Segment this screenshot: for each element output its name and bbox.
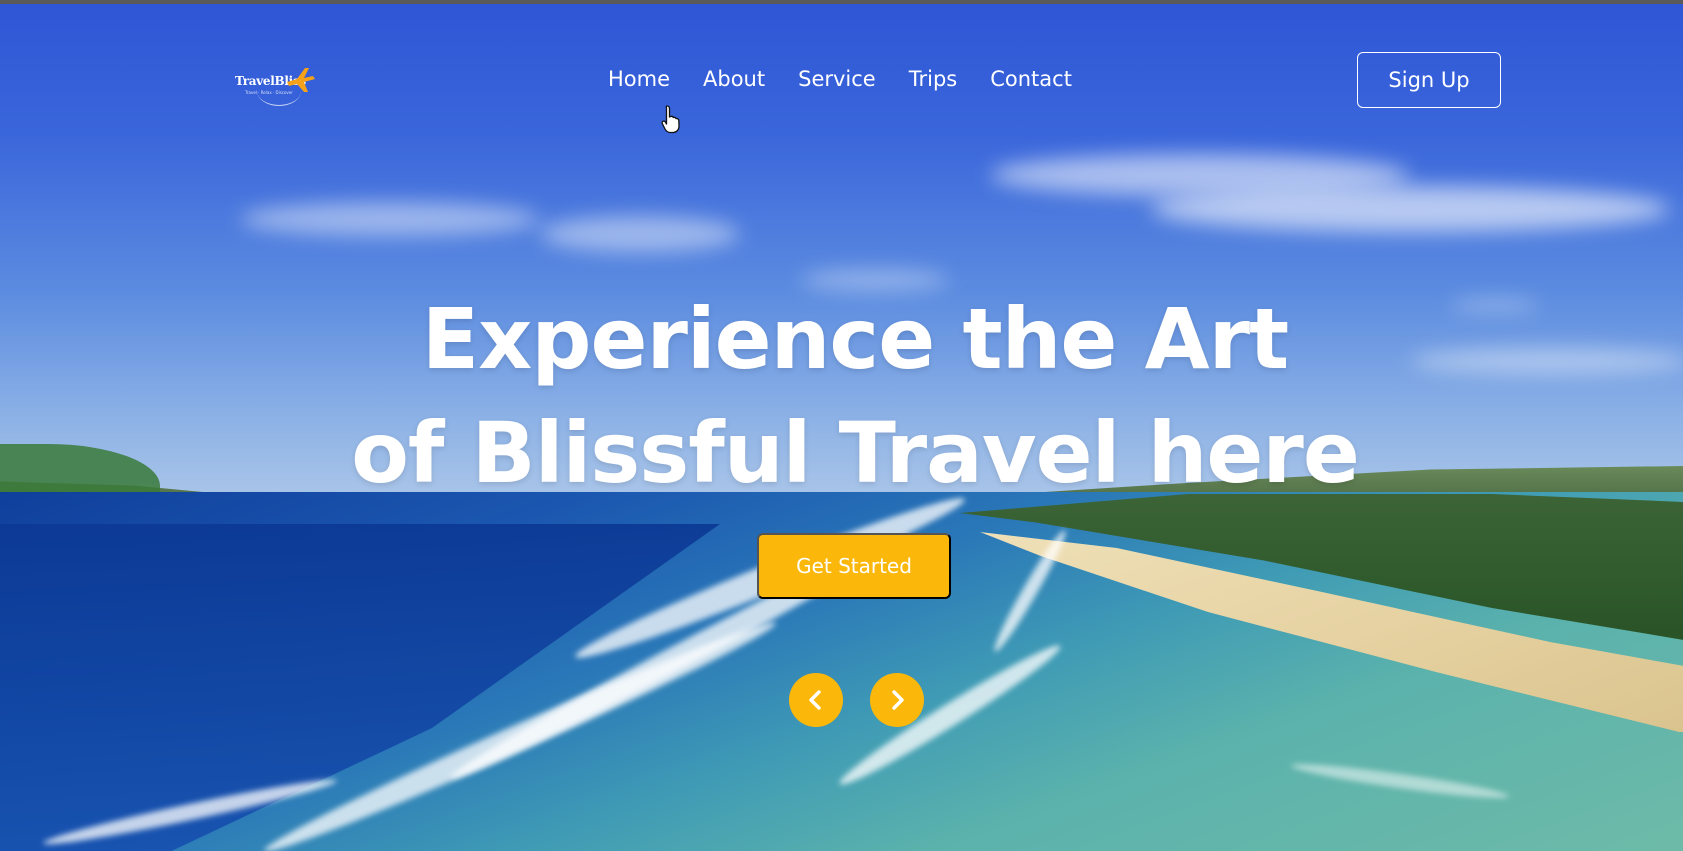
nav-about[interactable]: About bbox=[703, 64, 765, 94]
hero-headline-line2: of Blissful Travel here bbox=[351, 404, 1360, 502]
nav-contact[interactable]: Contact bbox=[990, 64, 1072, 94]
nav-service[interactable]: Service bbox=[798, 64, 876, 94]
carousel-next-button[interactable] bbox=[870, 673, 924, 727]
nav-home[interactable]: Home bbox=[608, 64, 670, 94]
brand-logo[interactable]: TravelBliss Travel · Relax · Discover bbox=[235, 60, 320, 110]
chevron-left-icon bbox=[809, 690, 821, 710]
get-started-button[interactable]: Get Started bbox=[757, 533, 951, 599]
carousel-prev-button[interactable] bbox=[789, 673, 843, 727]
landing-page: TravelBliss Travel · Relax · Discover Ho… bbox=[0, 0, 1683, 851]
hand-cursor-icon bbox=[661, 105, 680, 134]
chevron-right-icon bbox=[892, 690, 904, 710]
hero-headline: Experience the Art of Blissful Travel he… bbox=[0, 282, 1683, 510]
sign-up-button[interactable]: Sign Up bbox=[1357, 52, 1501, 108]
hero-headline-line1: Experience the Art bbox=[421, 290, 1289, 388]
main-nav: Home About Service Trips Contact bbox=[608, 64, 1072, 94]
airplane-icon bbox=[287, 68, 315, 92]
nav-trips[interactable]: Trips bbox=[909, 64, 957, 94]
